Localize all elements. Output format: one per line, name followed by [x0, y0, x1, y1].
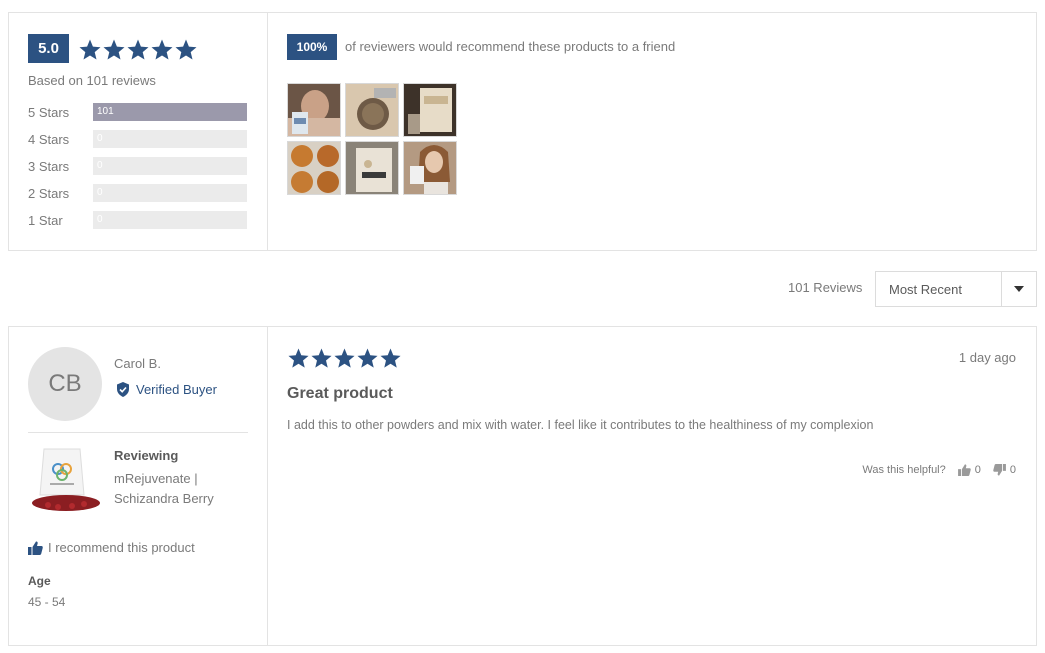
verified-buyer-badge: Verified Buyer: [116, 382, 217, 397]
recommend-text: I recommend this product: [48, 540, 195, 555]
review-card: CB Carol B. Verified Buyer Reviewing mRe…: [8, 326, 1037, 646]
review-divider: [267, 327, 268, 645]
review-count-label: 101 Reviews: [788, 280, 863, 295]
product-image[interactable]: [28, 447, 104, 515]
histogram-label: 4 Stars: [28, 132, 70, 147]
reviewing-label: Reviewing: [114, 448, 179, 463]
sort-selected-value: Most Recent: [889, 282, 962, 297]
thumbs-up-icon: [28, 541, 43, 555]
star-icon: [380, 348, 401, 368]
histogram-count: 0: [97, 133, 103, 144]
review-photo-thumbnail[interactable]: [403, 141, 457, 195]
review-photo-thumbnail[interactable]: [345, 141, 399, 195]
sort-dropdown-separator: [1001, 272, 1002, 306]
age-value: 45 - 54: [28, 595, 66, 609]
sort-dropdown[interactable]: Most Recent: [875, 271, 1037, 307]
review-title: Great product: [287, 385, 393, 402]
review-photo-thumbnail[interactable]: [287, 141, 341, 195]
star-icon: [357, 348, 378, 368]
avatar: CB: [28, 347, 102, 421]
star-icon: [288, 348, 309, 368]
age-label: Age: [28, 574, 51, 588]
average-rating-badge: 5.0: [28, 34, 69, 63]
star-icon: [175, 39, 197, 60]
review-summary-panel: 5.0 Based on 101 reviews 5 Stars 101 4 Sta…: [8, 12, 1037, 251]
histogram-count: 0: [97, 160, 103, 171]
shield-check-icon: [117, 382, 129, 397]
helpful-label: Was this helpful?: [862, 464, 946, 476]
histogram-label: 3 Stars: [28, 159, 70, 174]
histogram-count: 101: [97, 106, 114, 117]
recommend-indicator: I recommend this product: [28, 540, 195, 555]
recommend-text: of reviewers would recommend these produ…: [345, 39, 676, 54]
star-icon: [127, 39, 149, 60]
review-photo-thumbnail[interactable]: [287, 83, 341, 137]
verified-buyer-label: Verified Buyer: [136, 382, 217, 397]
histogram-bar: 0: [93, 130, 247, 148]
histogram-label: 5 Stars: [28, 105, 70, 120]
histogram-bar: 0: [93, 157, 247, 175]
star-icon: [103, 39, 125, 60]
summary-divider: [267, 13, 268, 250]
review-photo-thumbnail[interactable]: [403, 83, 457, 137]
histogram-bar: 0: [93, 211, 247, 229]
star-icon: [334, 348, 355, 368]
helpful-vote-bar: Was this helpful? 0 0: [862, 464, 1016, 476]
histogram-bar: 0: [93, 184, 247, 202]
histogram-row[interactable]: 1 Star 0: [28, 211, 248, 229]
based-on-text: Based on 101 reviews: [28, 73, 156, 88]
reviewed-product-link[interactable]: mRejuvenate | Schizandra Berry: [114, 469, 244, 509]
upvote-button[interactable]: 0: [957, 464, 981, 476]
histogram-bar-fill: [93, 103, 247, 121]
review-date: 1 day ago: [958, 350, 1016, 365]
downvote-count: 0: [1009, 464, 1016, 476]
histogram-count: 0: [97, 187, 103, 198]
chevron-down-icon[interactable]: [1014, 286, 1024, 292]
histogram-count: 0: [97, 214, 103, 225]
reviewer-divider: [28, 432, 248, 433]
thumbs-up-icon: [957, 464, 971, 476]
reviewer-name: Carol B.: [114, 356, 161, 371]
histogram-row[interactable]: 5 Stars 101: [28, 103, 248, 121]
star-icon: [151, 39, 173, 60]
upvote-count: 0: [974, 464, 981, 476]
review-body: I add this to other powders and mix with…: [287, 418, 874, 432]
histogram-row[interactable]: 2 Stars 0: [28, 184, 248, 202]
histogram-label: 1 Star: [28, 213, 63, 228]
average-star-rating: [78, 38, 198, 62]
star-icon: [311, 348, 332, 368]
recommend-percent-badge: 100%: [287, 34, 337, 60]
histogram-bar: 101: [93, 103, 247, 121]
histogram-row[interactable]: 4 Stars 0: [28, 130, 248, 148]
review-photo-thumbnail[interactable]: [345, 83, 399, 137]
thumbs-down-icon: [993, 464, 1006, 476]
downvote-button[interactable]: 0: [993, 464, 1016, 476]
star-icon: [79, 39, 101, 60]
review-star-rating: [287, 347, 402, 370]
histogram-row[interactable]: 3 Stars 0: [28, 157, 248, 175]
histogram-label: 2 Stars: [28, 186, 70, 201]
